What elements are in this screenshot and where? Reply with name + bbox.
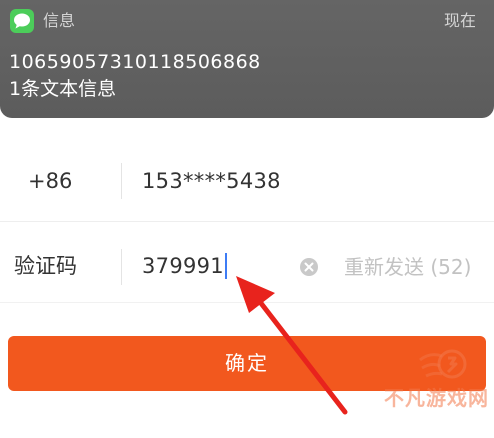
clear-icon[interactable]: [299, 257, 319, 277]
row-separator: [121, 163, 122, 199]
phone-number-row: +86 153****5438: [0, 150, 494, 212]
verification-code-row: 验证码 379991 重新发送 (52): [0, 236, 494, 298]
verification-code-input[interactable]: 379991: [142, 253, 227, 279]
notification-app-name: 信息: [43, 11, 76, 30]
confirm-button[interactable]: 确定: [8, 336, 486, 391]
resend-code-button[interactable]: 重新发送 (52): [344, 254, 471, 280]
verification-code-value: 379991: [142, 254, 224, 278]
sms-verification-screen: 信息 现在 10659057310118506868 1条文本信息 +86 15…: [0, 0, 494, 438]
messages-icon: [10, 9, 34, 33]
notification-sender: 10659057310118506868: [9, 51, 261, 73]
notification-time: 现在: [443, 11, 476, 30]
phone-number-field[interactable]: 153****5438: [142, 168, 281, 194]
text-caret: [224, 253, 227, 279]
country-code-selector[interactable]: +86: [28, 168, 72, 194]
sms-notification-banner[interactable]: 信息 现在 10659057310118506868 1条文本信息: [0, 0, 494, 118]
notification-preview: 1条文本信息: [9, 78, 117, 100]
divider: [0, 302, 494, 303]
row-separator: [121, 249, 122, 285]
divider: [0, 221, 494, 222]
verification-code-label: 验证码: [14, 254, 77, 278]
